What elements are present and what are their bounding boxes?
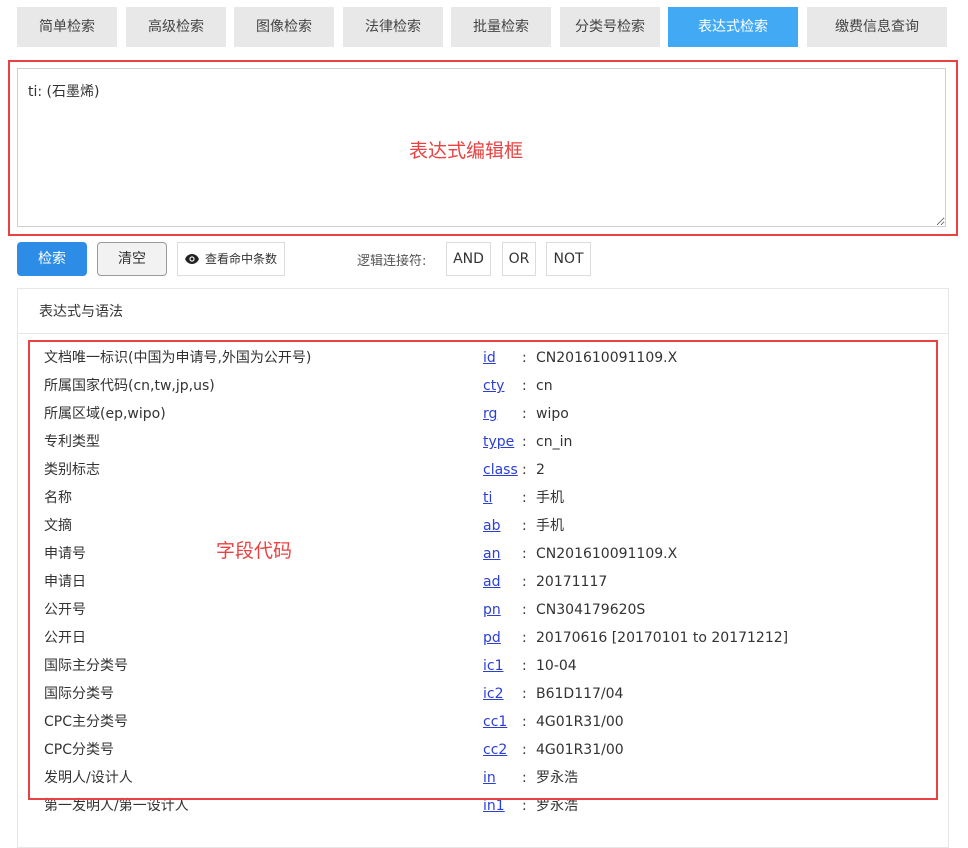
and-operator-button[interactable]: AND (446, 242, 491, 276)
or-operator-button[interactable]: OR (502, 242, 536, 276)
not-operator-button[interactable]: NOT (546, 242, 591, 276)
panel-title: 表达式与语法 (18, 289, 948, 334)
tab-expression-search[interactable]: 表达式检索 (668, 7, 798, 47)
logic-operator-label: 逻辑连接符: (357, 250, 426, 269)
view-hit-count-button[interactable]: 查看命中条数 (177, 242, 285, 276)
tab-simple-search[interactable]: 简单检索 (17, 7, 117, 47)
clear-button[interactable]: 清空 (97, 242, 167, 276)
eye-icon (185, 244, 199, 276)
tab-fee-inquiry[interactable]: 缴费信息查询 (807, 7, 947, 47)
view-hit-count-label: 查看命中条数 (205, 252, 277, 266)
field-code-highlight-frame (28, 340, 938, 800)
tab-advanced-search[interactable]: 高级检索 (126, 7, 226, 47)
tab-legal-search[interactable]: 法律检索 (343, 7, 443, 47)
tab-image-search[interactable]: 图像检索 (234, 7, 334, 47)
tab-classification-search[interactable]: 分类号检索 (560, 7, 660, 47)
field-code-annotation: 字段代码 (216, 536, 292, 563)
tab-batch-search[interactable]: 批量检索 (451, 7, 551, 47)
search-button[interactable]: 检索 (17, 242, 87, 276)
editor-annotation: 表达式编辑框 (409, 136, 523, 163)
